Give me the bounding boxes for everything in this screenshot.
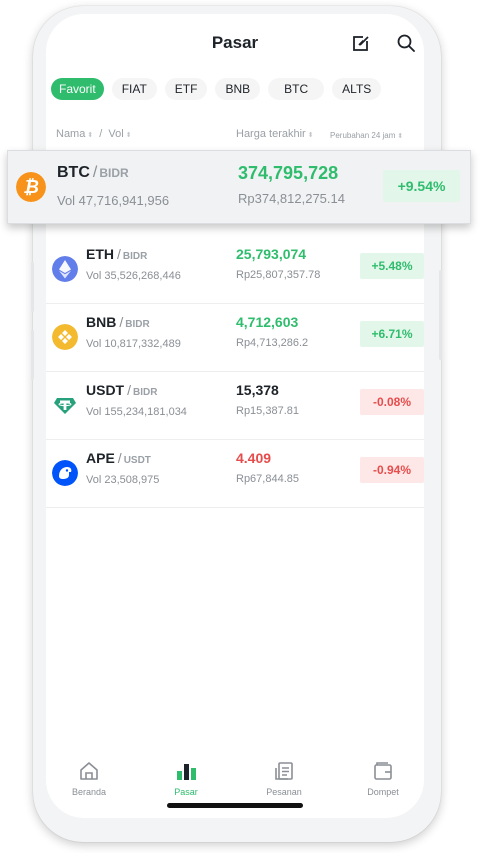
header: Pasar [46,14,424,70]
bnb-icon [52,324,78,350]
column-change-label: Perubahan 24 jam [330,131,396,140]
column-vol-label: Vol [108,128,124,140]
tab-etf[interactable]: ETF [164,78,208,100]
last-price: 4,712,603 [236,314,299,330]
nav-pesanan[interactable]: Pesanan [254,760,314,797]
nav-beranda[interactable]: Beranda [59,760,119,797]
nav-label: Pasar [174,787,198,797]
list-item-bnb[interactable]: BNB / BIDR Vol 10,817,332,489 4,712,603 Rp… [46,304,424,372]
pair-name: ETH / BIDR [86,246,148,262]
app-screen: Pasar Favorit FIAT ETF BNB BTC ALTS Nama… [46,14,424,818]
phone-side-button [31,330,34,380]
pair-name: APE / USDT [86,450,151,466]
fiat-price: Rp67,844.85 [236,473,299,485]
apecoin-icon [52,460,78,486]
last-price: 15,378 [236,382,279,398]
list-item-btc[interactable]: ₿ BTC / BIDR Vol 47,716,941,956 374,795,72… [7,150,471,224]
list-item-ape[interactable]: APE / USDT Vol 23,508,975 4.409 Rp67,844.8… [46,440,424,508]
sort-icon: ⬍ [125,132,132,139]
home-icon [80,762,98,780]
last-price: 25,793,074 [236,246,307,262]
fiat-price: Rp25,807,357.78 [236,269,321,281]
column-price-label: Harga terakhir [236,128,306,140]
tab-btc[interactable]: BTC [268,78,325,100]
volume-text: Vol 47,716,941,956 [57,193,170,208]
phone-side-button [31,262,34,312]
change-badge[interactable]: +6.71% [360,321,424,347]
sort-icon: ⬍ [397,133,404,140]
volume-text: Vol 10,817,332,489 [86,338,181,350]
markets-icon [177,764,196,780]
phone-side-button [439,270,442,360]
last-price: 4.409 [236,450,272,466]
search-icon[interactable] [396,33,416,53]
column-header-name[interactable]: Nama ⬍ / Vol ⬍ [56,128,132,140]
fiat-price: Rp4,713,286.2 [236,337,309,349]
nav-label: Beranda [71,787,107,797]
volume-text: Vol 155,234,181,034 [86,406,187,418]
column-header-price[interactable]: Harga terakhir ⬍ [236,128,314,140]
fiat-price: Rp374,812,275.14 [238,191,345,206]
column-name-label: Nama [56,128,86,140]
list-item-usdt[interactable]: USDT / BIDR Vol 155,234,181,034 15,378 Rp1… [46,372,424,440]
sort-icon: ⬍ [87,132,94,139]
column-header-change[interactable]: Perubahan 24 jam ⬍ [330,131,403,140]
sort-icon: ⬍ [307,132,314,139]
category-tabs: Favorit FIAT ETF BNB BTC ALTS [51,78,382,102]
ethereum-icon [52,256,78,282]
nav-label: Pesanan [266,787,302,797]
tether-icon [54,398,76,414]
pair-name: BNB / BIDR [86,314,150,330]
change-badge[interactable]: +9.54% [383,170,460,202]
nav-pasar[interactable]: Pasar [156,760,216,797]
pair-name: USDT / BIDR [86,382,158,398]
nav-label: Dompet [367,787,399,797]
wallet-icon [374,762,392,780]
fiat-price: Rp15,387.81 [236,405,299,417]
tab-favorit[interactable]: Favorit [51,78,104,100]
change-badge[interactable]: -0.94% [360,457,424,483]
home-indicator [167,803,303,808]
tab-alts[interactable]: ALTS [332,78,382,100]
nav-dompet[interactable]: Dompet [353,760,413,797]
last-price: 374,795,728 [238,163,339,183]
tab-bnb[interactable]: BNB [215,78,261,100]
volume-text: Vol 35,526,268,446 [86,270,181,282]
bitcoin-icon: ₿ [16,172,46,202]
svg-text:₿: ₿ [23,177,39,197]
volume-text: Vol 23,508,975 [86,474,160,486]
orders-icon [275,762,293,780]
column-slash: / [99,128,103,140]
change-badge[interactable]: -0.08% [360,389,424,415]
edit-icon[interactable] [351,33,371,53]
list-item-eth[interactable]: ETH / BIDR Vol 35,526,268,446 25,793,074 R… [46,236,424,304]
pair-name: BTC / BIDR [57,164,129,181]
tab-fiat[interactable]: FIAT [111,78,157,100]
change-badge[interactable]: +5.48% [360,253,424,279]
